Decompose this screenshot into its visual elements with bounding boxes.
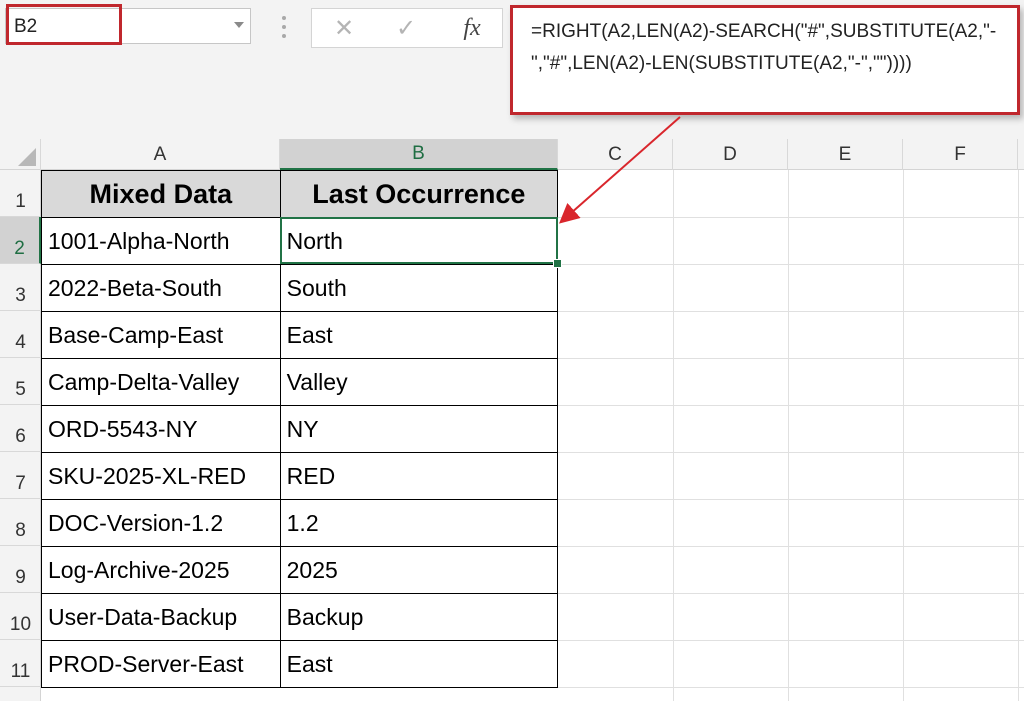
cell-a4[interactable]: Base-Camp-East [41, 311, 281, 359]
table-header-row: Mixed Data Last Occurrence [41, 170, 559, 218]
cell-a11[interactable]: PROD-Server-East [41, 640, 281, 688]
formula-buttons: ✕ ✓ fx [311, 8, 503, 48]
cell-a10[interactable]: User-Data-Backup [41, 593, 281, 641]
gridline [673, 170, 674, 701]
cell-b1[interactable]: Last Occurrence [279, 170, 559, 218]
cell-b11[interactable]: East [279, 640, 559, 688]
cell-a7[interactable]: SKU-2025-XL-RED [41, 452, 281, 500]
name-box-value: B2 [14, 16, 38, 37]
cell-b9[interactable]: 2025 [279, 546, 559, 594]
column-header-row: A B C D E F [0, 139, 1024, 170]
formula-text: =RIGHT(A2,LEN(A2)-SEARCH("#",SUBSTITUTE(… [531, 21, 997, 74]
row-header-7[interactable]: 7 [0, 452, 41, 499]
cell-b2[interactable]: North [279, 217, 559, 265]
column-header-a[interactable]: A [41, 139, 280, 170]
table-row: 2022-Beta-South South [41, 264, 559, 312]
select-all-button[interactable] [0, 139, 41, 170]
table-row: Log-Archive-2025 2025 [41, 546, 559, 594]
gridline [903, 170, 904, 701]
row-header-9[interactable]: 9 [0, 546, 41, 593]
table-row: Base-Camp-East East [41, 311, 559, 359]
row-header-5[interactable]: 5 [0, 358, 41, 405]
table-row: 1001-Alpha-North North [41, 217, 559, 265]
fill-handle[interactable] [553, 259, 562, 268]
cell-b7[interactable]: RED [279, 452, 559, 500]
cell-a9[interactable]: Log-Archive-2025 [41, 546, 281, 594]
cell-b5[interactable]: Valley [279, 358, 559, 406]
data-table: Mixed Data Last Occurrence 1001-Alpha-No… [41, 170, 559, 688]
insert-function-icon[interactable]: fx [452, 13, 492, 43]
column-header-f[interactable]: F [903, 139, 1018, 170]
cell-a1[interactable]: Mixed Data [41, 170, 281, 218]
cell-a6[interactable]: ORD-5543-NY [41, 405, 281, 453]
cell-a2[interactable]: 1001-Alpha-North [41, 217, 281, 265]
row-header-3[interactable]: 3 [0, 264, 41, 311]
table-row: PROD-Server-East East [41, 640, 559, 688]
formula-toolbar: B2 ✕ ✓ fx =RIGHT(A2,LEN(A2)-SEARCH("#",S… [0, 0, 1024, 139]
row-header-6[interactable]: 6 [0, 405, 41, 452]
column-header-e[interactable]: E [788, 139, 903, 170]
row-header-4[interactable]: 4 [0, 311, 41, 358]
worksheet-grid[interactable]: Mixed Data Last Occurrence 1001-Alpha-No… [41, 170, 1024, 701]
table-row: ORD-5543-NY NY [41, 405, 559, 453]
cell-a5[interactable]: Camp-Delta-Valley [41, 358, 281, 406]
table-row: User-Data-Backup Backup [41, 593, 559, 641]
cell-b3[interactable]: South [279, 264, 559, 312]
enter-icon[interactable]: ✓ [386, 13, 426, 43]
table-row: SKU-2025-XL-RED RED [41, 452, 559, 500]
cancel-icon[interactable]: ✕ [324, 13, 364, 43]
row-header-1[interactable]: 1 [0, 170, 41, 217]
column-header-d[interactable]: D [673, 139, 788, 170]
row-header-8[interactable]: 8 [0, 499, 41, 546]
row-header-column: 1 2 3 4 5 6 7 8 9 10 11 [0, 170, 41, 701]
gridline [788, 170, 789, 701]
table-row: Camp-Delta-Valley Valley [41, 358, 559, 406]
name-box[interactable]: B2 [5, 8, 251, 44]
gridline [1018, 170, 1019, 701]
formula-input[interactable]: =RIGHT(A2,LEN(A2)-SEARCH("#",SUBSTITUTE(… [510, 5, 1020, 115]
cell-b4[interactable]: East [279, 311, 559, 359]
row-header-11[interactable]: 11 [0, 640, 41, 687]
cell-b10[interactable]: Backup [279, 593, 559, 641]
cell-b8[interactable]: 1.2 [279, 499, 559, 547]
cell-a8[interactable]: DOC-Version-1.2 [41, 499, 281, 547]
chevron-down-icon[interactable] [234, 22, 244, 28]
select-all-icon [18, 148, 36, 166]
cell-b6[interactable]: NY [279, 405, 559, 453]
table-row: DOC-Version-1.2 1.2 [41, 499, 559, 547]
cell-a3[interactable]: 2022-Beta-South [41, 264, 281, 312]
column-header-b[interactable]: B [280, 139, 558, 170]
column-header-c[interactable]: C [558, 139, 673, 170]
grip-handle-icon[interactable] [282, 16, 286, 38]
row-header-2[interactable]: 2 [0, 217, 41, 264]
row-header-10[interactable]: 10 [0, 593, 41, 640]
